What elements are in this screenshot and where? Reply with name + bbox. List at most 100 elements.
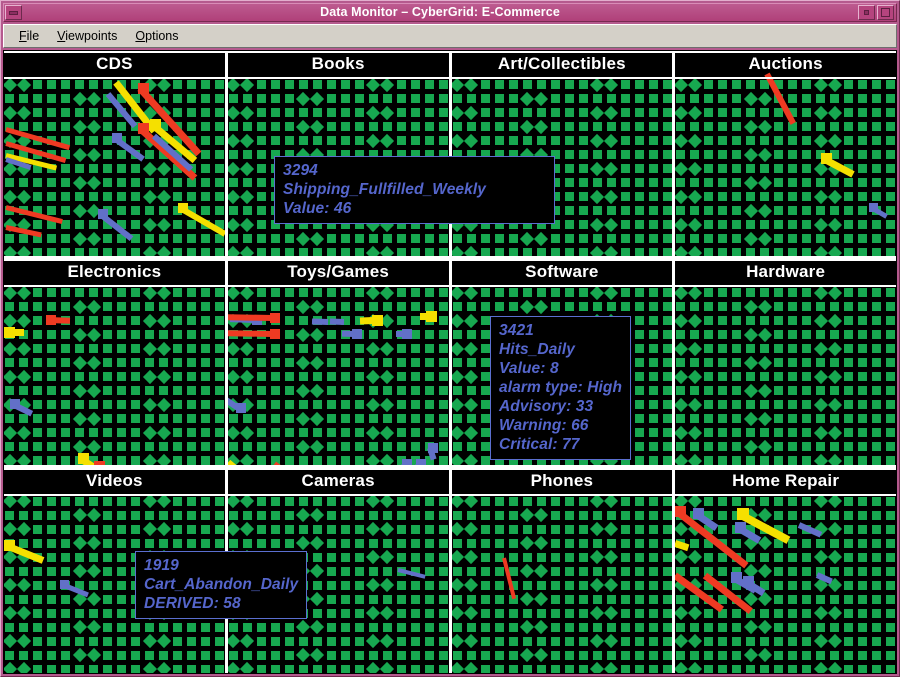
alert-streak-head — [60, 579, 69, 589]
panel-title-books: Books — [311, 54, 365, 73]
panel-title-rule-bottom — [227, 493, 449, 496]
alert-streak — [271, 461, 312, 465]
tooltip-line: Cart_Abandon_Daily — [144, 576, 299, 593]
alert-streak-head — [693, 507, 705, 519]
system-menu-button[interactable] — [5, 5, 22, 20]
panel-title-home-repair: Home Repair — [732, 470, 840, 490]
alert-streak-layer — [675, 51, 896, 256]
alert-streak — [227, 460, 253, 465]
panel-title-toys-games: Toys/Games — [287, 262, 390, 282]
alert-streak-head — [401, 329, 412, 340]
monitor-viewport: CDS Books Art/Collectibles Auctions Electron… — [3, 50, 897, 674]
alert-streak-layer — [675, 468, 896, 673]
alert-streak — [311, 318, 328, 326]
panel-title-rule-bottom — [451, 493, 673, 496]
tooltip-line: alarm type: High — [499, 379, 623, 396]
menu-item-viewpoints-rest: iewpoints — [65, 29, 118, 43]
panel-title-rule-bottom — [227, 285, 449, 288]
panel-art-collectibles[interactable]: Art/Collectibles — [448, 51, 673, 257]
panel-home-repair[interactable]: Home Repair — [672, 467, 896, 673]
tooltip-line: 3294 — [283, 162, 318, 179]
info-tooltip: 3294 Shipping_Fullfilled_Weekly Value: 46 — [274, 156, 555, 224]
alert-streak-head — [427, 443, 438, 454]
alert-streak-head — [869, 203, 879, 212]
info-tooltip: 3421 Hits_Daily Value: 8 alarm type: High Ad… — [490, 316, 632, 460]
window-frame: Data Monitor – CyberGrid: E-Commerce Fil… — [0, 0, 900, 677]
panel-toys-games[interactable]: Toys/Games — [224, 259, 449, 465]
menu-item-options-rest: ptions — [145, 29, 179, 43]
panel-title-rule-bottom — [4, 285, 225, 288]
panel-hardware[interactable]: Hardware — [672, 259, 896, 465]
panel-title-rule-bottom — [4, 493, 225, 496]
panel-title-software: Software — [525, 262, 599, 282]
window-controls — [857, 5, 896, 20]
panel-title-rule-bottom — [451, 285, 673, 288]
panel-title-cameras: Cameras — [301, 470, 375, 490]
tooltip-line: DERIVED: 58 — [144, 595, 241, 612]
alert-streak-layer — [675, 259, 896, 464]
panel-cds[interactable]: CDS — [4, 51, 225, 257]
panel-auctions[interactable]: Auctions — [672, 51, 896, 257]
panel-title-rule-bottom — [675, 285, 896, 288]
alert-streak — [501, 557, 516, 599]
title-bar: Data Monitor – CyberGrid: E-Commerce — [3, 3, 897, 22]
alert-streak-head — [4, 327, 15, 339]
alert-streak-head — [735, 521, 747, 533]
frame-bottom — [3, 674, 897, 676]
minimize-button[interactable] — [858, 5, 875, 20]
panel-title-videos: Videos — [86, 470, 143, 490]
panel-electronics[interactable]: Electronics — [4, 259, 225, 465]
panel-title-rule-bottom — [675, 77, 896, 79]
maximize-button[interactable] — [877, 5, 894, 20]
panel-row: Electronics Toys/Games Software Hardware — [4, 256, 896, 465]
tooltip-line: Advisory: 33 — [499, 398, 594, 415]
panel-title-rule-bottom — [227, 77, 449, 79]
alert-streak-head — [731, 571, 743, 583]
panel-title-hardware: Hardware — [746, 262, 826, 282]
tooltip-line: Warning: 66 — [499, 417, 589, 434]
panel-row: CDS Books Art/Collectibles Auctions — [4, 51, 896, 257]
menu-bar: File Viewpoints Options — [3, 24, 897, 48]
menu-item-file[interactable]: File — [10, 27, 48, 45]
panel-title-rule-bottom — [4, 77, 225, 79]
alert-streak-head — [415, 459, 426, 465]
panel-title-cds: CDS — [96, 54, 133, 73]
alert-streak-head — [112, 133, 122, 143]
alert-streak-head — [269, 313, 280, 324]
panel-title-auctions: Auctions — [748, 54, 823, 73]
alert-streak-head — [821, 153, 833, 164]
alert-streak-head — [737, 507, 750, 520]
alert-streak-head — [150, 119, 161, 130]
panel-title-art-collectibles: Art/Collectibles — [497, 54, 626, 73]
menu-item-options[interactable]: Options — [126, 27, 187, 45]
panel-phones[interactable]: Phones — [448, 467, 673, 673]
alert-streak-head — [138, 123, 149, 134]
menu-item-viewpoints[interactable]: Viewpoints — [48, 27, 126, 45]
alert-streak-head — [235, 403, 246, 414]
panel-books[interactable]: Books — [224, 51, 449, 257]
alert-streak-head — [401, 459, 412, 465]
panel-title-electronics: Electronics — [67, 262, 162, 282]
alert-streak-head — [675, 505, 687, 517]
alert-streak-head — [425, 311, 437, 323]
alert-streak-layer — [228, 51, 449, 256]
alert-streak-head — [94, 461, 105, 465]
alert-streak-head — [4, 539, 15, 551]
panel-title-rule-bottom — [451, 77, 673, 79]
tooltip-line: Hits_Daily — [499, 341, 575, 358]
alert-streak — [227, 314, 272, 322]
panel-title-phones: Phones — [530, 470, 594, 490]
info-tooltip: 1919 Cart_Abandon_Daily DERIVED: 58 — [135, 551, 308, 619]
alert-streak-head — [98, 209, 108, 219]
tooltip-line: 1919 — [144, 557, 179, 574]
alert-streak-layer — [4, 259, 225, 465]
alert-streak — [5, 205, 63, 224]
window-title: Data Monitor – CyberGrid: E-Commerce — [320, 5, 560, 19]
alert-streak-head — [269, 329, 280, 340]
panel-title-rule-bottom — [675, 493, 896, 496]
alert-streak — [397, 567, 426, 579]
application-window: Data Monitor – CyberGrid: E-Commerce Fil… — [0, 0, 900, 677]
alert-streak-head — [743, 575, 755, 587]
alert-streak — [329, 318, 344, 326]
alert-streak-head — [178, 203, 188, 213]
